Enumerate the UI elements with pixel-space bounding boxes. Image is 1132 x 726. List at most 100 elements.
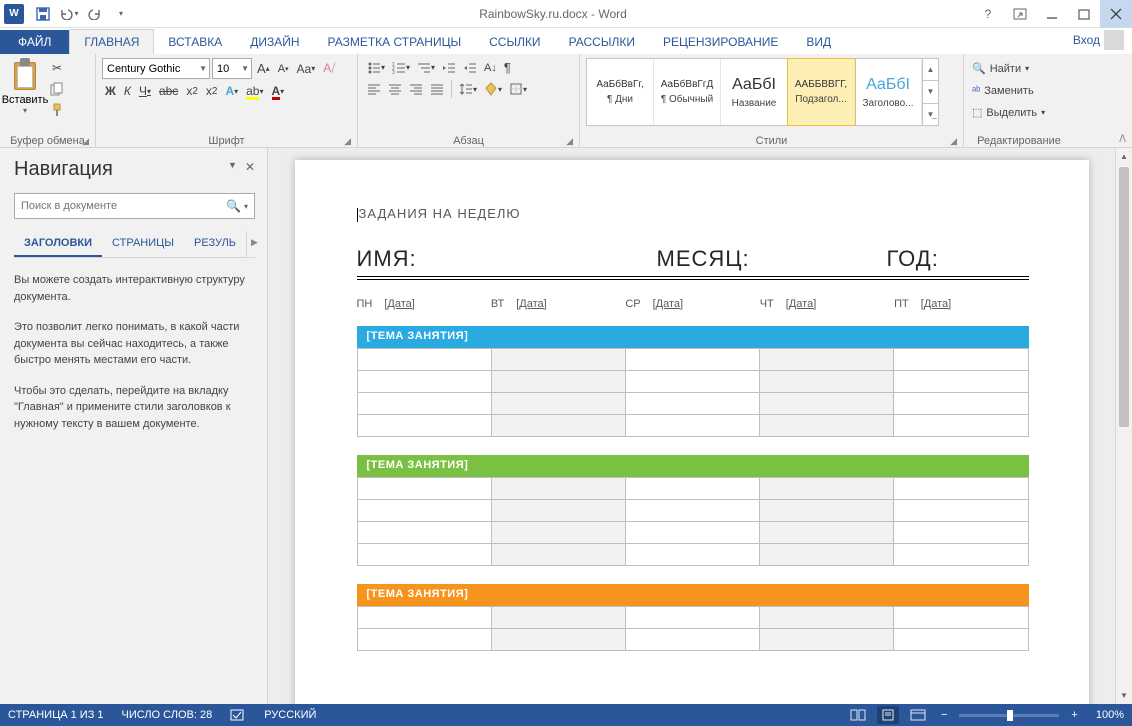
zoom-slider[interactable] bbox=[959, 714, 1059, 717]
strike-button[interactable]: abc bbox=[156, 82, 181, 100]
scroll-down[interactable]: ▼ bbox=[1116, 687, 1132, 704]
style-item-title[interactable]: АаБбIНазвание bbox=[721, 59, 788, 125]
nav-pane-options[interactable]: ▼ bbox=[228, 160, 237, 174]
format-painter-button[interactable] bbox=[46, 100, 68, 120]
date-placeholder[interactable]: [Дата] bbox=[516, 298, 546, 310]
sign-in-button[interactable]: Вход bbox=[1065, 26, 1132, 54]
schedule-table-3[interactable] bbox=[357, 606, 1029, 651]
minimize-button[interactable] bbox=[1036, 0, 1068, 28]
tab-insert[interactable]: ВСТАВКА bbox=[154, 30, 236, 54]
borders-button[interactable]: ▾ bbox=[506, 80, 530, 98]
tab-references[interactable]: ССЫЛКИ bbox=[475, 30, 554, 54]
line-spacing-button[interactable]: ▾ bbox=[456, 80, 480, 98]
doc-name-label[interactable]: ИМЯ: bbox=[357, 246, 657, 272]
tab-review[interactable]: РЕЦЕНЗИРОВАНИЕ bbox=[649, 30, 792, 54]
shading-button[interactable]: ▾ bbox=[481, 80, 505, 98]
tab-home[interactable]: ГЛАВНАЯ bbox=[69, 29, 154, 55]
tab-mailings[interactable]: РАССЫЛКИ bbox=[555, 30, 649, 54]
view-print-layout[interactable] bbox=[877, 706, 899, 724]
align-right-button[interactable] bbox=[406, 81, 426, 97]
zoom-percent[interactable]: 100% bbox=[1096, 709, 1124, 721]
nav-search-input[interactable] bbox=[21, 200, 226, 212]
status-page[interactable]: СТРАНИЦА 1 ИЗ 1 bbox=[8, 709, 104, 721]
redo-button[interactable] bbox=[82, 2, 108, 26]
save-button[interactable] bbox=[30, 2, 56, 26]
nav-tab-overflow[interactable]: ▶ bbox=[246, 231, 262, 257]
bold-button[interactable]: Ж bbox=[102, 82, 119, 100]
view-web-layout[interactable] bbox=[907, 706, 929, 724]
multilevel-button[interactable]: ▾ bbox=[414, 59, 438, 77]
status-words[interactable]: ЧИСЛО СЛОВ: 28 bbox=[122, 709, 213, 721]
date-placeholder[interactable]: [Дата] bbox=[921, 298, 951, 310]
align-left-button[interactable] bbox=[364, 81, 384, 97]
nav-pane-close[interactable]: ✕ bbox=[245, 160, 255, 174]
align-center-button[interactable] bbox=[385, 81, 405, 97]
zoom-out-button[interactable]: − bbox=[937, 709, 951, 721]
gallery-more[interactable]: ▼̲ bbox=[923, 104, 938, 125]
vertical-scrollbar[interactable]: ▲ ▼ bbox=[1115, 148, 1132, 704]
style-item-subtitle[interactable]: ААББВВГГ,Подзагол... bbox=[788, 59, 855, 125]
font-color-button[interactable]: A▾ bbox=[269, 82, 288, 100]
nav-tab-headings[interactable]: ЗАГОЛОВКИ bbox=[14, 231, 102, 257]
gallery-scroll-up[interactable]: ▲ bbox=[923, 59, 938, 81]
zoom-in-button[interactable]: + bbox=[1067, 709, 1081, 721]
sort-button[interactable]: A↓ bbox=[481, 60, 500, 76]
doc-year-label[interactable]: ГОД: bbox=[887, 246, 939, 272]
scroll-up[interactable]: ▲ bbox=[1116, 148, 1132, 165]
status-proofing[interactable] bbox=[230, 708, 246, 722]
copy-button[interactable] bbox=[46, 79, 68, 99]
font-size-combo[interactable]: 10▼ bbox=[212, 58, 252, 79]
cut-button[interactable]: ✂ bbox=[46, 58, 68, 78]
subscript-button[interactable]: x2 bbox=[183, 82, 201, 100]
find-button[interactable]: 🔍Найти▾ bbox=[968, 58, 1033, 79]
justify-button[interactable] bbox=[427, 81, 447, 97]
schedule-table-1[interactable] bbox=[357, 348, 1029, 437]
tab-layout[interactable]: РАЗМЕТКА СТРАНИЦЫ bbox=[314, 30, 476, 54]
clipboard-launcher[interactable]: ◢ bbox=[82, 136, 89, 147]
search-icon[interactable]: 🔍 bbox=[226, 199, 241, 213]
replace-button[interactable]: ᵃᵇЗаменить bbox=[968, 80, 1038, 101]
chevron-down-icon[interactable]: ▼ bbox=[196, 64, 207, 73]
document-page[interactable]: ЗАДАНИЯ НА НЕДЕЛЮ ИМЯ: МЕСЯЦ: ГОД: ПН[Да… bbox=[295, 160, 1089, 704]
styles-launcher[interactable]: ◢ bbox=[950, 136, 957, 147]
maximize-button[interactable] bbox=[1068, 0, 1100, 28]
qat-customize[interactable]: ▾ bbox=[108, 2, 134, 26]
bullets-button[interactable]: ▾ bbox=[364, 59, 388, 77]
ribbon-options-button[interactable] bbox=[1004, 0, 1036, 28]
view-read-mode[interactable] bbox=[847, 706, 869, 724]
style-item-normal[interactable]: АаБбВвГгД¶ Обычный bbox=[654, 59, 721, 125]
style-item-dni[interactable]: АаБбВвГг,¶ Дни bbox=[587, 59, 654, 125]
topic-bar-2[interactable]: [ТЕМА ЗАНЯТИЯ] bbox=[357, 455, 1029, 477]
topic-bar-3[interactable]: [ТЕМА ЗАНЯТИЯ] bbox=[357, 584, 1029, 606]
change-case-button[interactable]: Aa▾ bbox=[294, 60, 319, 78]
document-canvas[interactable]: ЗАДАНИЯ НА НЕДЕЛЮ ИМЯ: МЕСЯЦ: ГОД: ПН[Да… bbox=[268, 148, 1115, 704]
highlight-button[interactable]: ab▾ bbox=[243, 82, 266, 100]
scroll-thumb[interactable] bbox=[1119, 167, 1129, 427]
font-name-combo[interactable]: Century Gothic▼ bbox=[102, 58, 210, 79]
nav-tab-results[interactable]: РЕЗУЛЬ bbox=[184, 231, 246, 257]
shrink-font-button[interactable]: A▾ bbox=[275, 61, 292, 77]
status-language[interactable]: РУССКИЙ bbox=[264, 709, 316, 721]
superscript-button[interactable]: x2 bbox=[203, 82, 221, 100]
clear-format-button[interactable]: A⧸ bbox=[320, 59, 338, 78]
text-effects-button[interactable]: A▾ bbox=[222, 82, 241, 100]
tab-view[interactable]: ВИД bbox=[792, 30, 845, 54]
doc-heading[interactable]: ЗАДАНИЯ НА НЕДЕЛЮ bbox=[357, 206, 1029, 222]
increase-indent-button[interactable] bbox=[460, 59, 480, 77]
collapse-ribbon-button[interactable]: ᐱ bbox=[1119, 134, 1126, 145]
gallery-scroll-down[interactable]: ▼ bbox=[923, 81, 938, 103]
zoom-thumb[interactable] bbox=[1007, 710, 1013, 721]
date-placeholder[interactable]: [Дата] bbox=[786, 298, 816, 310]
help-button[interactable]: ? bbox=[972, 0, 1004, 28]
date-placeholder[interactable]: [Дата] bbox=[653, 298, 683, 310]
numbering-button[interactable]: 123▾ bbox=[389, 59, 413, 77]
nav-tab-pages[interactable]: СТРАНИЦЫ bbox=[102, 231, 184, 257]
search-dropdown[interactable]: ▾ bbox=[244, 202, 248, 211]
paste-button[interactable]: Вставить ▾ bbox=[4, 56, 46, 122]
chevron-down-icon[interactable]: ▼ bbox=[238, 64, 249, 73]
nav-search-box[interactable]: 🔍 ▾ bbox=[14, 193, 255, 219]
doc-month-label[interactable]: МЕСЯЦ: bbox=[657, 246, 887, 272]
undo-button[interactable]: ▾ bbox=[56, 2, 82, 26]
styles-gallery[interactable]: АаБбВвГг,¶ Дни АаБбВвГгД¶ Обычный АаБбIН… bbox=[586, 58, 939, 126]
grow-font-button[interactable]: A▴ bbox=[254, 59, 273, 78]
